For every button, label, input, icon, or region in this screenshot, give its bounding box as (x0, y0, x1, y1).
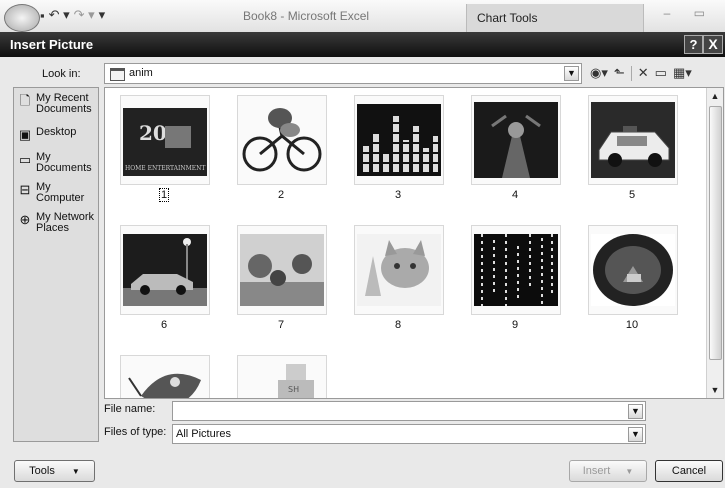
chevron-down-icon[interactable]: ▼ (628, 427, 643, 442)
file-thumbnail-4[interactable] (471, 95, 561, 185)
file-thumbnail-1[interactable]: 20 HOME ENTERTAINMENT (120, 95, 210, 185)
file-label[interactable]: 1 (120, 188, 208, 202)
chevron-down-icon: ▼ (71, 467, 80, 476)
places-bar: 🗋 My Recent Documents ▣ Desktop ▭ My Doc… (13, 87, 99, 442)
my-documents-icon: ▭ (18, 152, 32, 167)
file-type-label: Files of type: (104, 426, 167, 438)
excel-title-bar: ▪ ↶ ▾ ↷ ▾ ▾ Book8 - Microsoft Excel Char… (0, 0, 725, 33)
new-folder-icon[interactable]: ▭ (655, 65, 667, 81)
chart-tools-label: Chart Tools (477, 11, 538, 25)
file-type-select[interactable]: All Pictures ▼ (172, 424, 646, 444)
network-places-icon: ⊕ (19, 212, 31, 227)
close-button[interactable]: X (703, 35, 723, 54)
svg-text:HOME ENTERTAINMENT: HOME ENTERTAINMENT (125, 165, 205, 172)
insert-label: Insert (582, 465, 611, 477)
vertical-scrollbar[interactable]: ▲ ▼ (706, 88, 723, 398)
insert-button[interactable]: Insert ▼ (569, 460, 647, 482)
place-label: My Documents (36, 151, 92, 174)
place-label: Desktop (36, 126, 77, 138)
dialog-title-bar: Insert Picture ? X (0, 32, 725, 57)
toolbar-separator (630, 65, 632, 81)
place-my-network-places[interactable]: ⊕ My Network Places (17, 212, 99, 234)
customize-qat-icon[interactable]: ▾ (99, 7, 106, 23)
dialog-title: Insert Picture (10, 37, 94, 52)
views-icon[interactable]: ▦▾ (673, 65, 692, 81)
tools-button[interactable]: Tools ▼ (14, 460, 95, 482)
file-thumbnail-2[interactable] (237, 95, 327, 185)
file-thumbnail-6[interactable] (120, 225, 210, 315)
place-label: My Network Places (36, 211, 95, 234)
place-label: My Recent Documents (36, 92, 92, 115)
place-label: My Computer (36, 181, 85, 204)
office-button-icon[interactable] (4, 4, 40, 32)
chevron-down-icon[interactable]: ▼ (564, 66, 579, 81)
recent-documents-icon: 🗋 (19, 93, 31, 108)
chevron-down-icon[interactable]: ▼ (628, 404, 643, 419)
place-my-documents[interactable]: ▭ My Documents (17, 152, 99, 174)
place-my-recent-documents[interactable]: 🗋 My Recent Documents (17, 93, 99, 115)
file-label[interactable]: 9 (471, 319, 559, 331)
window-buttons[interactable]: – ▭ (664, 6, 715, 20)
file-label[interactable]: 10 (588, 319, 676, 331)
quick-access-toolbar: ▪ ↶ ▾ ↷ ▾ ▾ (40, 5, 105, 25)
back-icon[interactable]: ◉▾ (590, 65, 608, 81)
my-computer-icon: ⊟ (19, 182, 31, 197)
file-label[interactable]: 6 (120, 319, 208, 331)
file-thumbnail-9[interactable] (471, 225, 561, 315)
file-name-input[interactable]: ▼ (172, 401, 646, 421)
file-thumbnail-5[interactable] (588, 95, 678, 185)
help-button[interactable]: ? (684, 35, 703, 54)
place-my-computer[interactable]: ⊟ My Computer (17, 182, 99, 204)
file-label[interactable]: 4 (471, 189, 559, 201)
file-list[interactable]: 20 HOME ENTERTAINMENT 1 2 3 4 5 6 7 8 9 1… (104, 87, 724, 399)
place-desktop[interactable]: ▣ Desktop (17, 127, 99, 142)
tools-label: Tools (29, 465, 55, 477)
up-folder-icon[interactable]: ⬑ (614, 65, 625, 81)
desktop-icon: ▣ (18, 127, 32, 142)
svg-text:20: 20 (139, 121, 167, 145)
redo-icon[interactable]: ↷ ▾ (74, 7, 95, 23)
lookin-label: Look in: (42, 68, 81, 80)
file-thumbnail-8[interactable] (354, 225, 444, 315)
file-thumbnail-7[interactable] (237, 225, 327, 315)
file-thumbnail-12[interactable]: SH (237, 355, 327, 398)
file-label[interactable]: 8 (354, 319, 442, 331)
file-thumbnail-3[interactable] (354, 95, 444, 185)
file-name-label: File name: (104, 403, 156, 415)
save-icon[interactable]: ▪ (40, 8, 45, 23)
folder-icon (110, 68, 125, 81)
file-type-value: All Pictures (176, 428, 232, 440)
scrollbar-thumb[interactable] (709, 106, 722, 360)
lookin-dropdown[interactable]: anim ▼ (104, 63, 582, 84)
chart-tools-tab: Chart Tools (466, 4, 644, 32)
file-label[interactable]: 5 (588, 189, 676, 201)
svg-text:SH: SH (288, 385, 299, 394)
undo-icon[interactable]: ↶ ▾ (49, 7, 70, 23)
file-label[interactable]: 7 (237, 319, 325, 331)
lookin-value: anim (129, 67, 153, 79)
scroll-down-icon[interactable]: ▼ (707, 382, 723, 398)
scroll-up-icon[interactable]: ▲ (707, 88, 723, 104)
delete-icon[interactable]: ✕ (638, 65, 649, 81)
file-thumbnail-10[interactable] (588, 225, 678, 315)
file-label[interactable]: 3 (354, 189, 442, 201)
file-thumbnail-11[interactable] (120, 355, 210, 398)
dialog-toolbar: ◉▾ ⬑ ✕ ▭ ▦▾ (590, 64, 692, 82)
chevron-down-icon: ▼ (625, 467, 634, 476)
excel-window-title: Book8 - Microsoft Excel (243, 9, 370, 23)
cancel-button[interactable]: Cancel (655, 460, 723, 482)
file-label[interactable]: 2 (237, 189, 325, 201)
